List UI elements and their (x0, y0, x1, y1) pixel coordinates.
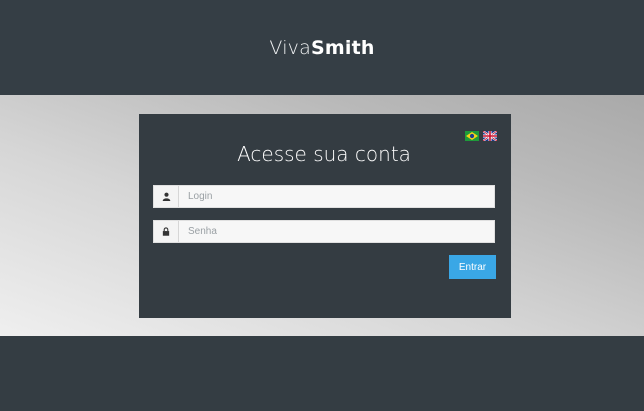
submit-button[interactable]: Entrar (449, 255, 496, 279)
header: VivaSmith (0, 0, 644, 95)
lock-icon (154, 221, 179, 242)
brand-logo[interactable]: VivaSmith (269, 37, 374, 59)
login-input[interactable] (179, 186, 494, 207)
user-icon (154, 186, 179, 207)
brazil-flag-icon[interactable] (465, 131, 479, 141)
logo-bold-text: Smith (310, 36, 375, 59)
password-field-group (153, 220, 495, 243)
login-field-group (153, 185, 495, 208)
login-title: Acesse sua conta (237, 142, 411, 166)
uk-flag-icon[interactable] (483, 131, 497, 141)
footer (0, 336, 644, 411)
password-input[interactable] (179, 221, 494, 242)
login-card: Acesse sua conta Entrar (139, 114, 511, 318)
language-switcher (465, 131, 497, 141)
logo-light-text: Viva (269, 36, 311, 59)
